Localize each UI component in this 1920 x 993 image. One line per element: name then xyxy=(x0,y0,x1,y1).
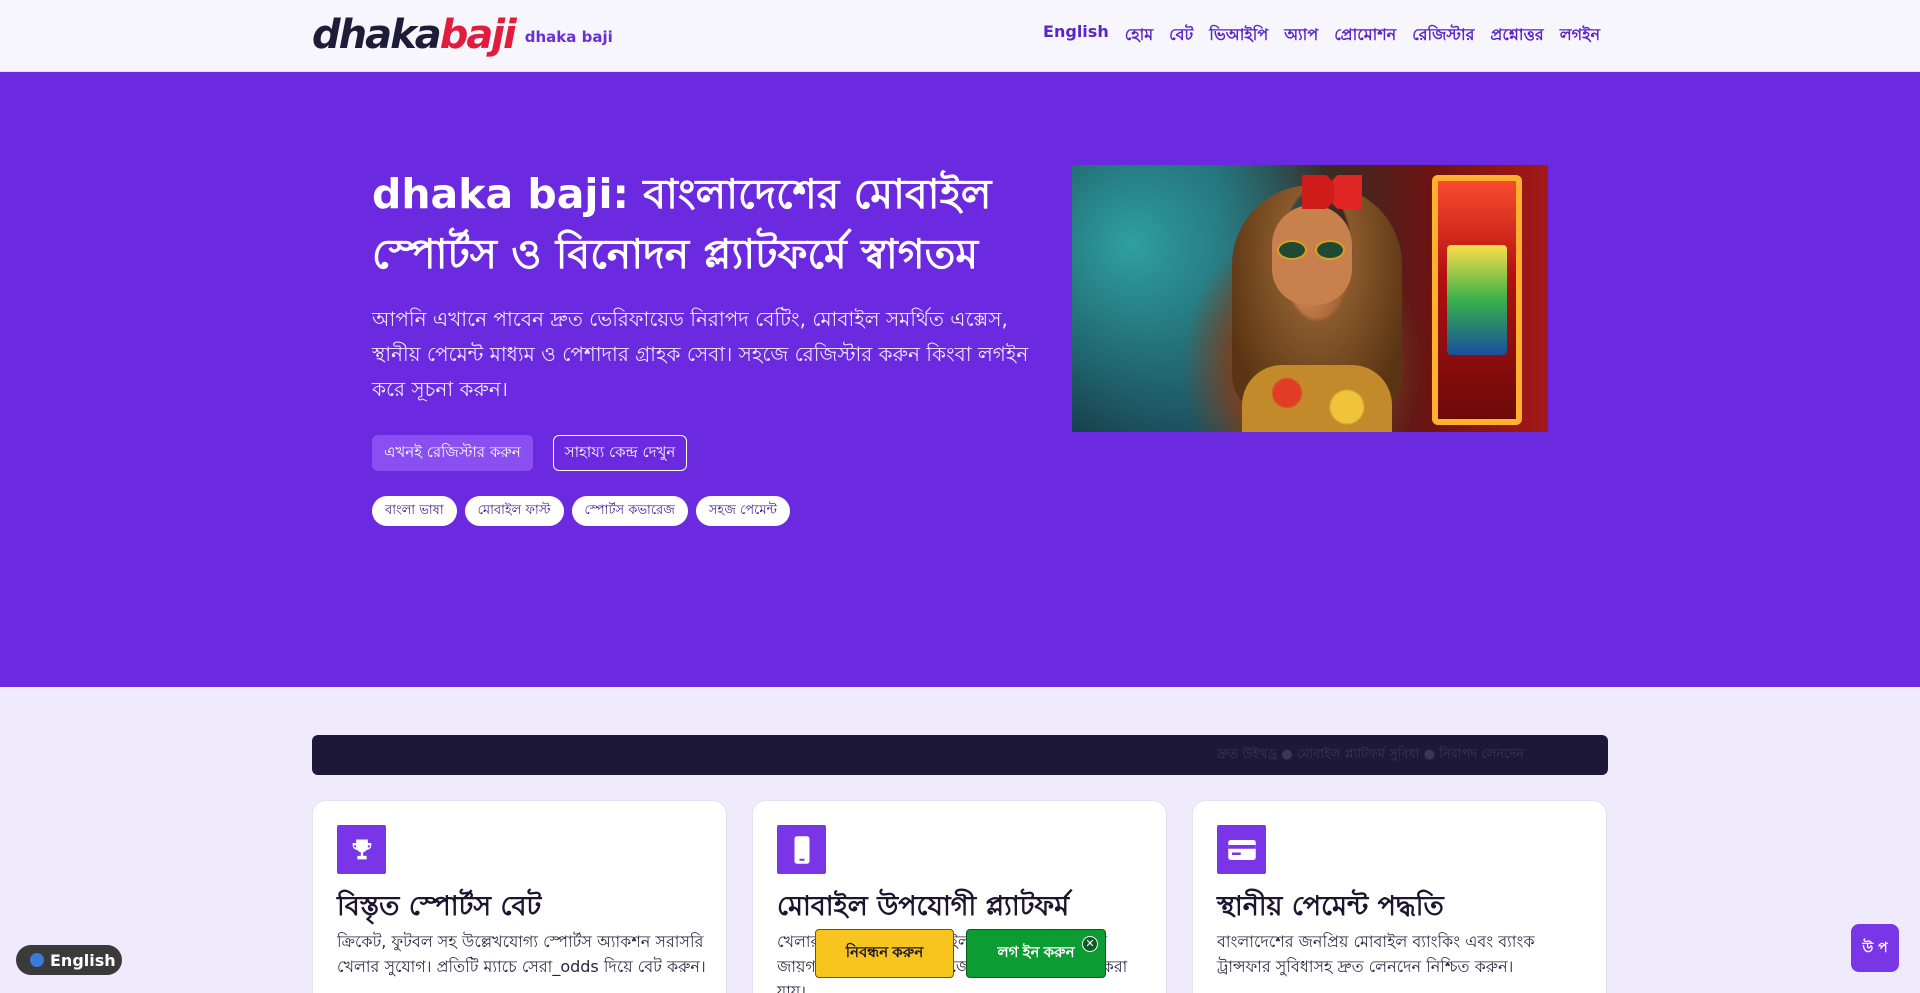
hero-title: dhaka baji: বাংলাদেশের মোবাইল স্পোর্টস ও… xyxy=(372,170,992,278)
clothing-shape xyxy=(1242,365,1392,432)
help-center-button[interactable]: সাহায্য কেন্দ্র দেখুন xyxy=(552,435,688,471)
feature-chips: বাংলা ভাষা মোবাইল ফাস্ট স্পোর্টস কভারেজ … xyxy=(372,496,790,526)
site-header: dhakabaji dhaka baji English হোম বেট ভিআ… xyxy=(0,0,1920,72)
smartphone-icon xyxy=(777,825,826,874)
logo-part-1: dhaka xyxy=(312,12,442,58)
nav-register[interactable]: রেজিস্টার xyxy=(1412,22,1474,49)
hair-bow-shape xyxy=(1302,175,1362,209)
nav-app[interactable]: অ্যাপ xyxy=(1284,22,1318,49)
language-label: English xyxy=(50,950,116,970)
chip-bangla-language: বাংলা ভাষা xyxy=(372,496,457,526)
nav-promotion[interactable]: প্রোমোশন xyxy=(1334,22,1396,49)
language-switcher[interactable]: English xyxy=(16,945,122,975)
side-floating-button[interactable]: উ প xyxy=(1851,924,1899,972)
logo-subtitle: dhaka baji xyxy=(524,28,613,46)
card-text: ক্রিকেট, ফুটবল সহ উল্লেখযোগ্য স্পোর্টস অ… xyxy=(337,932,706,976)
hero-description: আপনি এখানে পাবেন দ্রুত ভেরিফায়েড নিরাপদ… xyxy=(372,307,1029,401)
logo[interactable]: dhakabaji dhaka baji xyxy=(312,12,613,58)
nav-vip[interactable]: ভিআইপি xyxy=(1209,22,1268,49)
card-title: বিস্তৃত স্পোর্টস বেট xyxy=(337,891,542,922)
hero-section: dhaka baji: বাংলাদেশের মোবাইল স্পোর্টস ও… xyxy=(0,72,1920,687)
nav-home[interactable]: হোম xyxy=(1125,22,1153,49)
chip-sports-coverage: স্পোর্টস কভারেজ xyxy=(571,496,688,526)
logo-wordmark: dhakabaji xyxy=(312,12,517,58)
floating-register-button[interactable]: নিবন্ধন করুন xyxy=(815,929,954,978)
ticker-text: দ্রুত উইথড্র ● মোবাইল প্ল্যাটফর্ম সুবিধা… xyxy=(1217,747,1524,762)
close-icon[interactable]: ✕ xyxy=(1082,936,1098,952)
main-nav: English হোম বেট ভিআইপি অ্যাপ প্রোমোশন রে… xyxy=(1043,22,1600,49)
slot-machine-screen xyxy=(1447,245,1507,355)
hero-buttons: এখনই রেজিস্টার করুন সাহায্য কেন্দ্র দেখু… xyxy=(372,435,688,471)
feature-card-payment: স্থানীয় পেমেন্ট পদ্ধতি বাংলাদেশের জনপ্র… xyxy=(1192,800,1607,993)
trophy-icon xyxy=(337,825,386,874)
nav-language[interactable]: English xyxy=(1043,22,1109,49)
feature-card-sports: বিস্তৃত স্পোর্টস বেট ক্রিকেট, ফুটবল সহ উ… xyxy=(312,800,727,993)
card-title: স্থানীয় পেমেন্ট পদ্ধতি xyxy=(1217,891,1444,922)
card-title: মোবাইল উপযোগী প্ল্যাটফর্ম xyxy=(777,891,1070,922)
card-text: বাংলাদেশের জনপ্রিয় মোবাইল ব্যাংকিং এবং … xyxy=(1217,932,1535,976)
news-ticker: দ্রুত উইথড্র ● মোবাইল প্ল্যাটফর্ম সুবিধা… xyxy=(312,735,1608,775)
nav-faq[interactable]: প্রশ্নোত্তর xyxy=(1490,22,1543,49)
chip-mobile-fast: মোবাইল ফাস্ট xyxy=(464,496,564,526)
nav-bet[interactable]: বেট xyxy=(1169,22,1193,49)
logo-part-2: baji xyxy=(439,12,517,58)
globe-icon xyxy=(30,953,44,967)
nav-login[interactable]: লগইন xyxy=(1560,22,1600,49)
chip-easy-payment: সহজ পেমেন্ট xyxy=(695,496,790,526)
card-icon xyxy=(1217,825,1266,874)
sunglasses-shape xyxy=(1277,240,1349,262)
hero-image xyxy=(1072,165,1548,432)
register-now-button[interactable]: এখনই রেজিস্টার করুন xyxy=(372,435,533,471)
